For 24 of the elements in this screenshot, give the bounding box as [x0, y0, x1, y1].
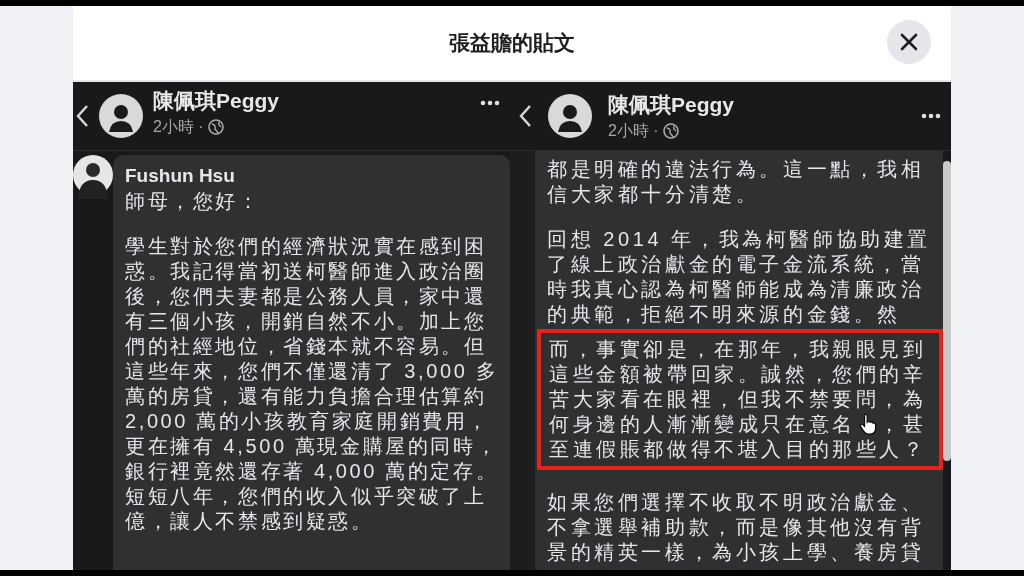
comment-text: 如果您們選擇不收取不明政治獻金、 不拿選舉補助款，而是像其他沒有背 景的精英一樣，為小孩上學、養房貸 [547, 490, 926, 565]
post-time: 2小時 · [608, 120, 659, 141]
comment-text: 學生對於您們的經濟狀況實在感到困 惑。我記得當初送柯醫師進入政治圈 後，您們夫妻都是公務人員，家中還 有三個小孩，開銷自然不小。加上您 們的社經地位，省錢本就不容易。但 這些年來，您們不僅還清了 3,000 多 萬的房貸，還有能力負擔合理估算約 2,000 萬的小孩教育家庭開銷費用， 更在擁有 4,500 萬現金購屋的同時， 銀行裡竟然還存著 4,000 萬的定存。 短短八年，您們的收入似乎突破了上 億，讓人不禁感到疑惑。 [125, 234, 499, 534]
post-time: 2小時 · [153, 116, 204, 137]
back-icon[interactable] [75, 103, 89, 129]
close-icon [900, 33, 918, 51]
back-icon[interactable] [518, 103, 532, 129]
more-icon[interactable] [921, 113, 941, 119]
comment-text: 都是明確的違法行為。這一點，我相 信大家都十分清楚。 [547, 157, 926, 207]
avatar [99, 94, 143, 138]
comment-text: 而，事實卻是，在那年，我親眼見到 這些金額被帶回家。誠然，您們的辛 苦大家看在眼裡，但我不禁要問，為 何身邊的人漸漸變成只在意名 ，甚 至連假賬都做得不堪入目的那些人？ [537, 329, 943, 470]
author-name: 陳佩琪Peggy [608, 91, 736, 118]
more-icon[interactable] [480, 100, 500, 106]
close-button[interactable] [887, 20, 931, 64]
comment-author: Fushun Hsu [125, 164, 236, 188]
dialog-title: 張益贍的貼文 [449, 30, 575, 56]
globe-icon [207, 119, 224, 135]
hand-cursor-icon [858, 413, 878, 435]
comment-text: 回想 2014 年，我為柯醫師協助建置 了線上政治獻金的電子金流系統，當 時我真心認為柯醫師能成為清廉政治 的典範，拒絕不明來源的金錢。然 [547, 227, 931, 327]
globe-icon [662, 123, 679, 139]
comment-text: 師母，您好： [125, 189, 262, 214]
author-name: 陳佩琪Peggy [153, 87, 281, 114]
scrollbar[interactable] [943, 161, 951, 461]
avatar [548, 94, 592, 138]
